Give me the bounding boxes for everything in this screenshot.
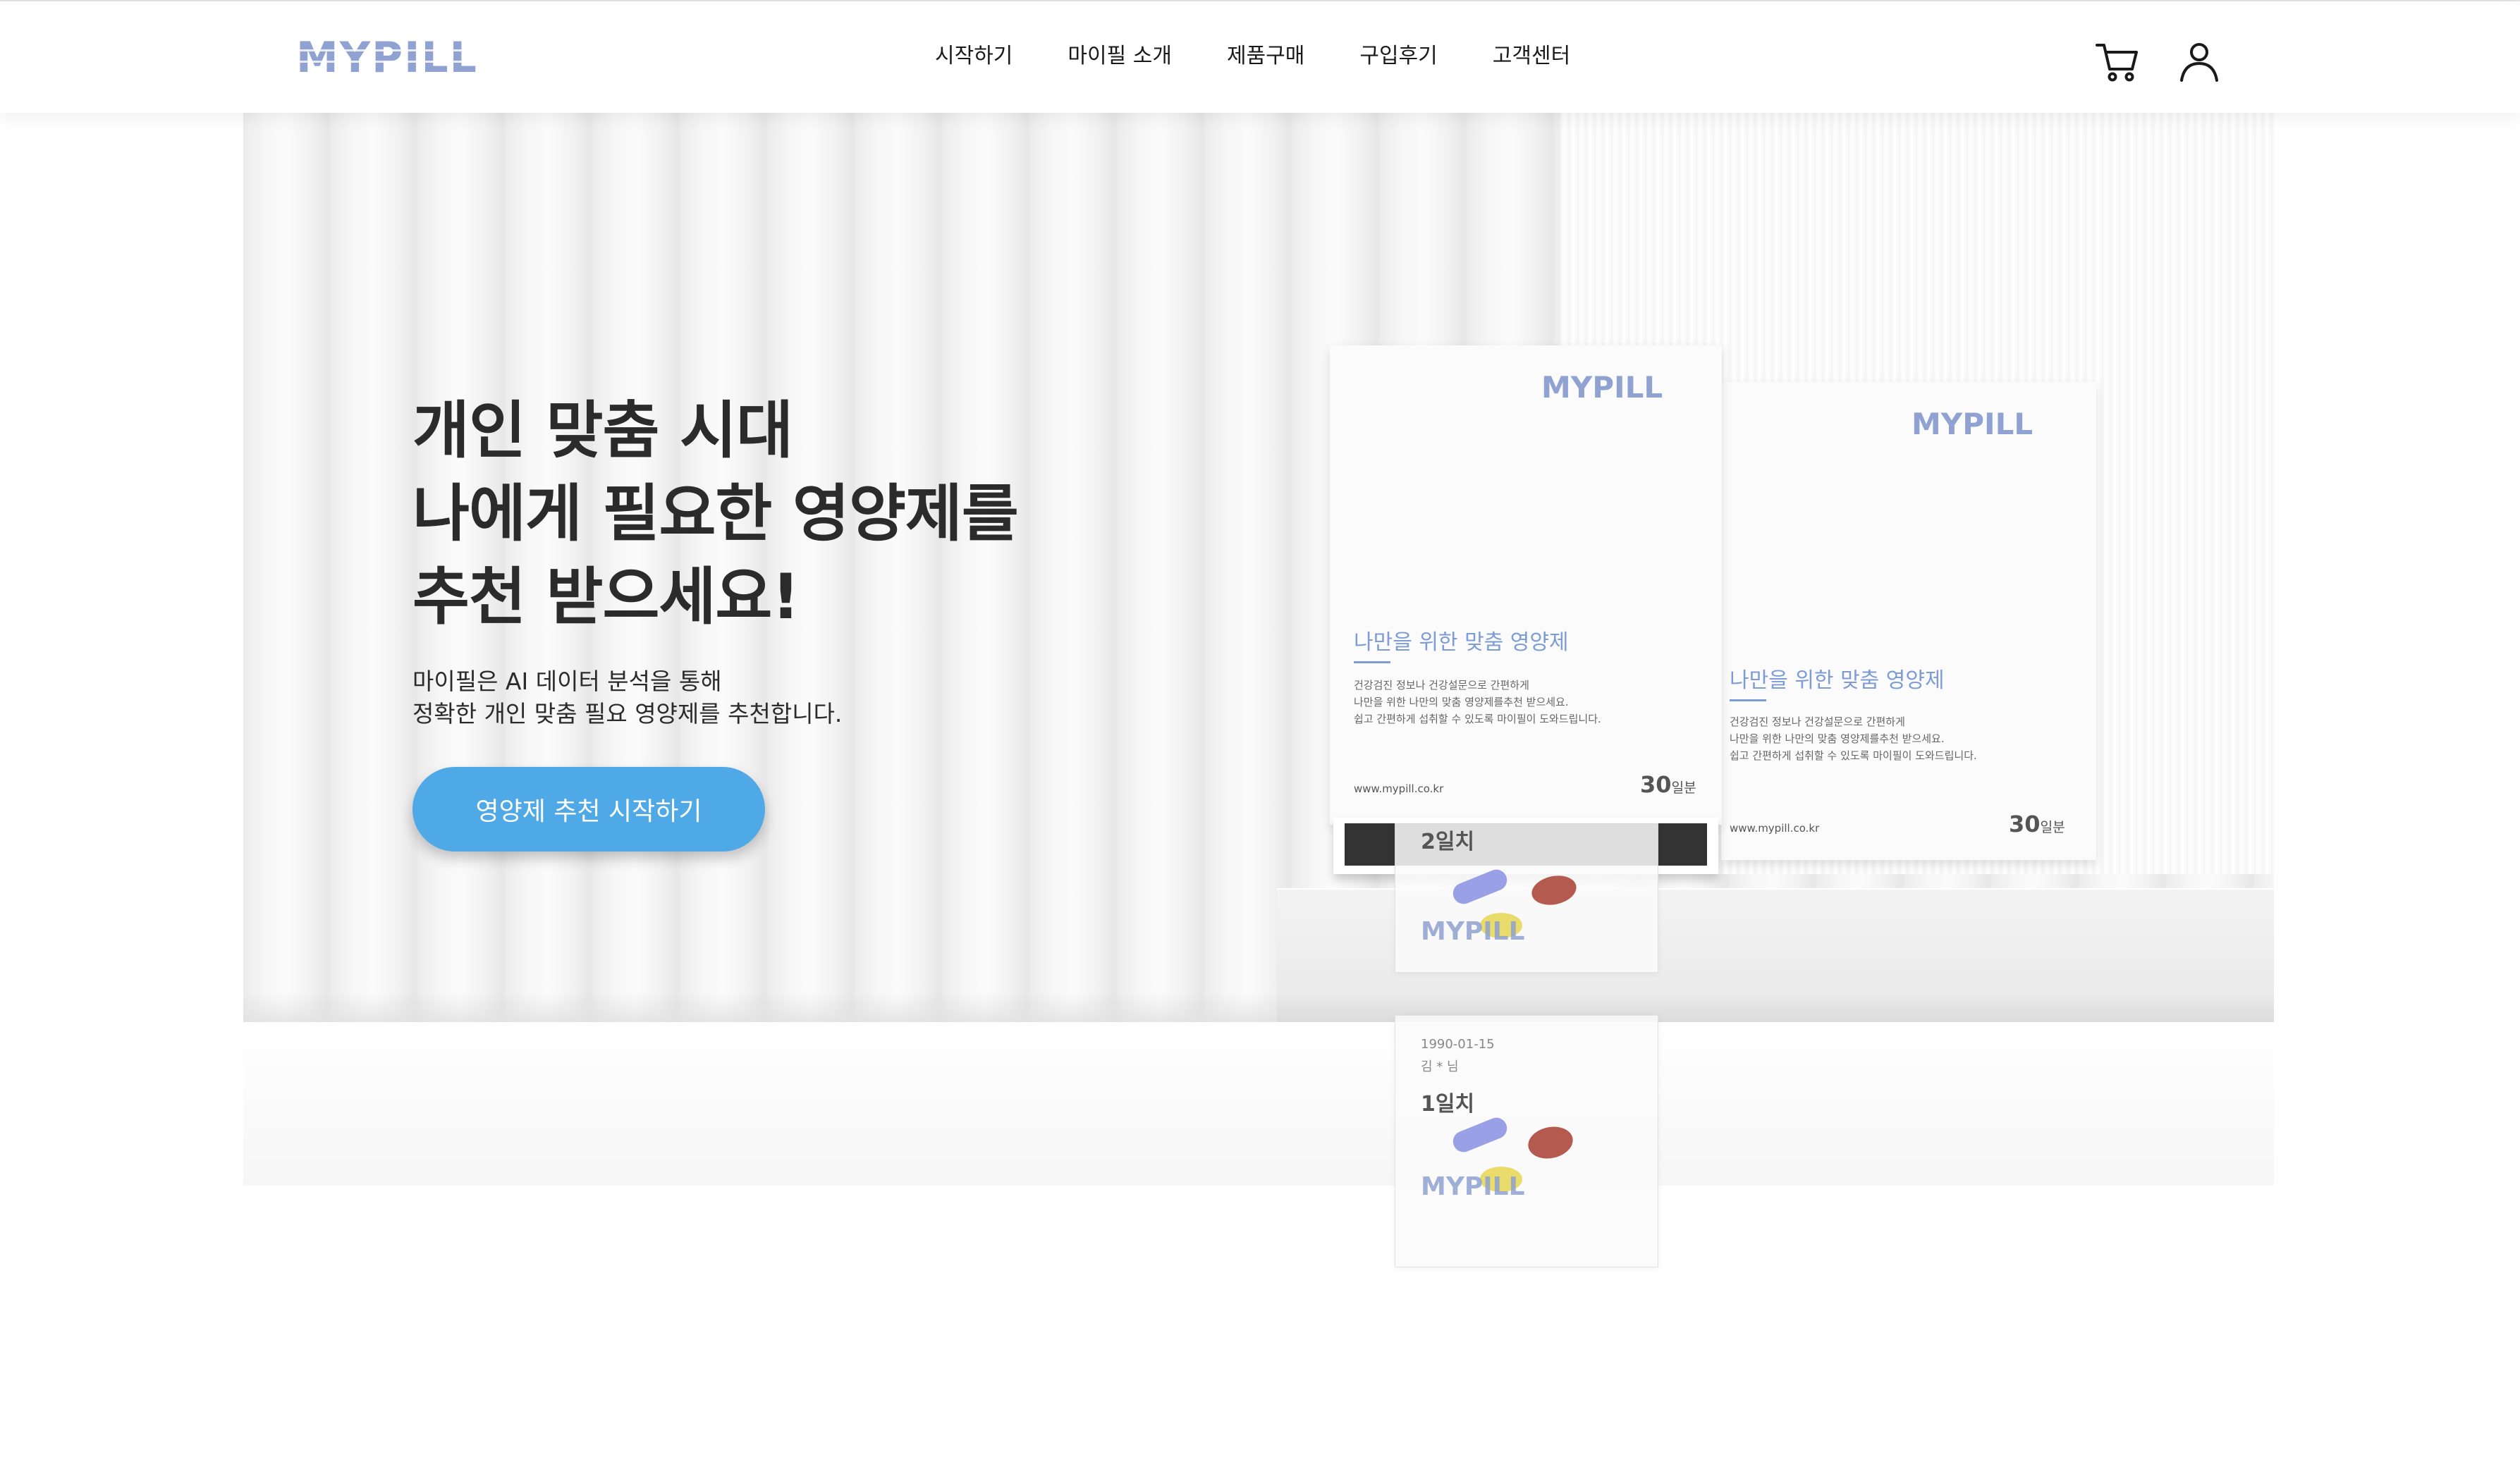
pill-sachet-1: 1990-01-15 김 * 님 1일치 MYPILL bbox=[1395, 1015, 1658, 1267]
product-box-back: MYPILL 나만을 위한 맞춤 영양제 건강검진 정보나 건강설문으로 간편하… bbox=[1721, 382, 2096, 860]
svg-text:MYPILL: MYPILL bbox=[1912, 407, 2033, 438]
sachet-date: 1990-01-15 bbox=[1421, 1037, 1495, 1052]
box-site: www.mypill.co.kr bbox=[1354, 782, 1444, 795]
subtext-line-2: 정확한 개인 맞춤 필요 영양제를 추천합니다. bbox=[412, 700, 843, 727]
svg-text:MYPILL: MYPILL bbox=[1421, 917, 1525, 944]
pill-sachet-2: 2일치 MYPILL bbox=[1395, 823, 1658, 973]
hero-subtext: 마이필은 AI 데이터 분석을 통해 정확한 개인 맞춤 필요 영양제를 추천합… bbox=[412, 665, 1259, 730]
sachet-logo: MYPILL bbox=[1421, 917, 1525, 944]
subtext-line-1: 마이필은 AI 데이터 분석을 통해 bbox=[412, 668, 722, 695]
box-days: 30일분 bbox=[1640, 771, 1696, 798]
main-nav: 시작하기 마이필 소개 제품구매 구입후기 고객센터 bbox=[935, 39, 1570, 73]
mypill-logo[interactable]: MYPILL bbox=[296, 34, 515, 79]
box-description: 건강검진 정보나 건강설문으로 간편하게 나만을 위한 나만의 맞춤 영양제를추… bbox=[1730, 715, 1977, 762]
box-site: www.mypill.co.kr bbox=[1730, 822, 1820, 835]
headline-line-2: 나에게 필요한 영양제를 bbox=[412, 477, 1019, 550]
box-logo: MYPILL bbox=[1541, 371, 1663, 402]
site-header: MYPILL 시작하기 마이필 소개 제품구매 구입후기 고객센터 bbox=[0, 1, 2520, 113]
svg-text:MYPILL: MYPILL bbox=[1421, 1172, 1525, 1199]
nav-item-support[interactable]: 고객센터 bbox=[1493, 39, 1570, 73]
svg-text:MYPILL: MYPILL bbox=[296, 34, 478, 79]
box-title: 나만을 위한 맞춤 영양제 bbox=[1730, 668, 1945, 693]
cart-icon[interactable] bbox=[2094, 38, 2141, 85]
window-sill bbox=[243, 1022, 2274, 1186]
product-box-front: MYPILL 나만을 위한 맞춤 영양제 건강검진 정보나 건강설문으로 간편하… bbox=[1330, 345, 1722, 825]
user-icon[interactable] bbox=[2176, 38, 2222, 85]
box-title: 나만을 위한 맞춤 영양제 bbox=[1354, 630, 1569, 655]
svg-text:MYPILL: MYPILL bbox=[1541, 371, 1663, 402]
nav-item-about[interactable]: 마이필 소개 bbox=[1068, 39, 1172, 73]
start-recommendation-button[interactable]: 영양제 추천 시작하기 bbox=[412, 767, 765, 852]
box-logo: MYPILL bbox=[1912, 407, 2033, 438]
nav-item-start[interactable]: 시작하기 bbox=[935, 39, 1013, 73]
box-title-bar bbox=[1730, 699, 1766, 701]
sill-shadow bbox=[243, 992, 2274, 1026]
nav-item-shop[interactable]: 제품구매 bbox=[1227, 39, 1304, 73]
sachet-day: 1일치 bbox=[1421, 1092, 1475, 1117]
nav-item-reviews[interactable]: 구입후기 bbox=[1359, 39, 1437, 73]
box-days: 30일분 bbox=[2009, 811, 2065, 837]
box-description: 건강검진 정보나 건강설문으로 간편하게 나만을 위한 나만의 맞춤 영양제를추… bbox=[1354, 679, 1601, 725]
hero-headline: 개인 맞춤 시대 나에게 필요한 영양제를 추천 받으세요! bbox=[412, 389, 1259, 639]
hero-banner: 개인 맞춤 시대 나에게 필요한 영양제를 추천 받으세요! 마이필은 AI 데… bbox=[243, 113, 2274, 1186]
sachet-logo: MYPILL bbox=[1421, 1172, 1525, 1199]
sachet-day: 2일치 bbox=[1421, 830, 1475, 854]
sachet-name: 김 * 님 bbox=[1421, 1059, 1459, 1074]
box-title-bar bbox=[1354, 661, 1390, 663]
headline-line-1: 개인 맞춤 시대 bbox=[412, 394, 793, 467]
headline-line-3: 추천 받으세요! bbox=[412, 560, 800, 633]
